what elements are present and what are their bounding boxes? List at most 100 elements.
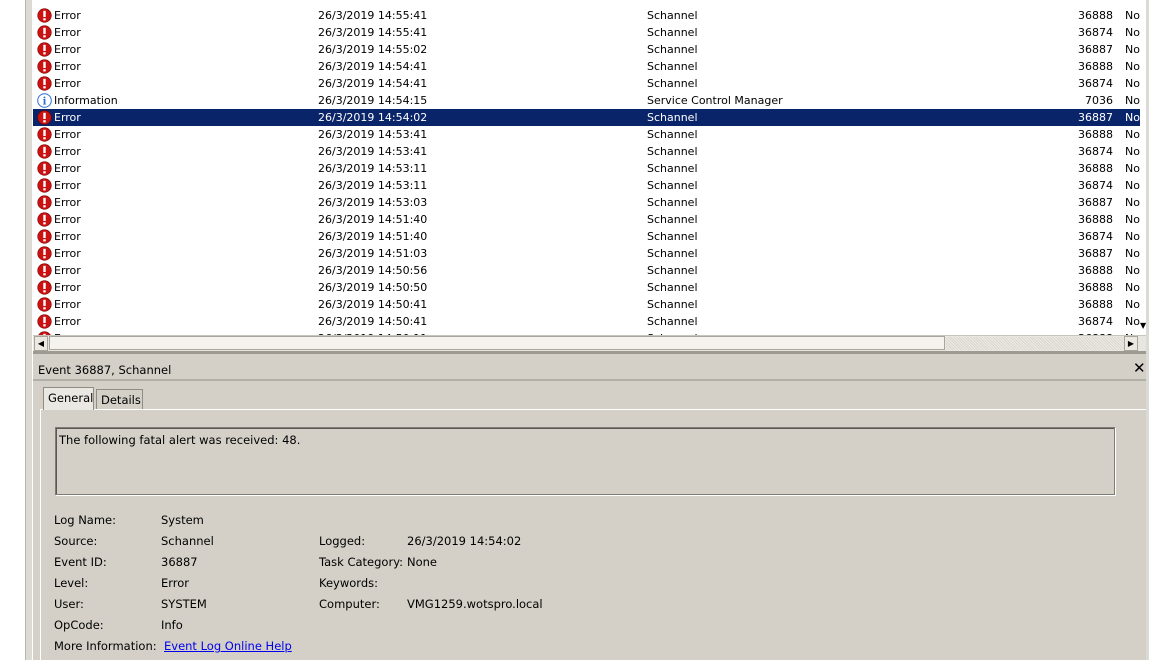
table-row[interactable]: Error26/3/2019 14:50:50Schannel36888None: [33, 279, 1146, 296]
datetime-cell: 26/3/2019 14:55:41: [318, 9, 428, 22]
table-row[interactable]: Error26/3/2019 14:51:03Schannel36887None: [33, 245, 1146, 262]
event-list[interactable]: Error26/3/2019 14:55:41Schannel36888None…: [33, 0, 1146, 335]
source-cell: Schannel: [647, 43, 698, 56]
source-cell: Schannel: [647, 77, 698, 90]
table-row[interactable]: i Information 26/3/2019 14:54:15 Service Co…: [33, 92, 1146, 109]
table-row[interactable]: Error26/3/2019 14:55:41Schannel36874None: [33, 24, 1146, 41]
scroll-left-arrow-icon[interactable]: ◀: [34, 336, 48, 351]
computer-value: VMG1259.wotspro.local: [407, 597, 543, 611]
horizontal-scroll-track[interactable]: [946, 337, 1129, 350]
horizontal-scroll-thumb[interactable]: [49, 336, 945, 350]
error-icon: [37, 263, 52, 278]
table-row[interactable]: Error26/3/2019 14:51:40Schannel36874None: [33, 228, 1146, 245]
left-pane-border: [25, 0, 32, 660]
level-label: Level:: [54, 576, 89, 590]
level-value: Error: [161, 576, 190, 590]
level-cell: Error: [54, 60, 81, 73]
event-description-box[interactable]: The following fatal alert was received: …: [55, 427, 1115, 495]
event-id-cell: 36887: [1078, 111, 1113, 124]
title-separator: [33, 379, 1146, 381]
vertical-scrollbar[interactable]: [1140, 0, 1146, 335]
event-id-cell: 36874: [1078, 145, 1113, 158]
table-row[interactable]: Error26/3/2019 14:53:11Schannel36874None: [33, 177, 1146, 194]
error-icon: [37, 25, 52, 40]
more-information-label: More Information:: [54, 639, 157, 653]
table-row[interactable]: Error26/3/2019 14:50:41Schannel36874None: [33, 313, 1146, 330]
error-icon: [37, 42, 52, 57]
log-name-value: System: [161, 513, 204, 527]
source-cell: Schannel: [647, 60, 698, 73]
level-cell: Error: [54, 213, 81, 226]
table-row[interactable]: Error26/3/2019 14:54:41Schannel36874None: [33, 75, 1146, 92]
table-row[interactable]: Error26/3/2019 14:50:56Schannel36888None: [33, 262, 1146, 279]
error-icon: [37, 297, 52, 312]
scroll-down-arrow-icon[interactable]: ▼: [1140, 320, 1148, 332]
table-row[interactable]: Error26/3/2019 14:51:40Schannel36888None: [33, 211, 1146, 228]
table-row[interactable]: Error26/3/2019 14:53:41Schannel36888None: [33, 126, 1146, 143]
table-row[interactable]: Error26/3/2019 14:55:41Schannel36888None: [33, 7, 1146, 24]
table-row[interactable]: Error26/3/2019 14:54:41Schannel36888None: [33, 58, 1146, 75]
error-icon: [37, 195, 52, 210]
table-row[interactable]: Error26/3/2019 14:53:11Schannel36888None: [33, 160, 1146, 177]
level-cell: Error: [54, 77, 81, 90]
level-cell: Error: [54, 145, 81, 158]
error-icon: [37, 246, 52, 261]
logged-value: 26/3/2019 14:54:02: [407, 534, 522, 548]
level-cell: Error: [54, 43, 81, 56]
horizontal-scrollbar[interactable]: ◀ ▶: [33, 335, 1146, 351]
datetime-cell: 26/3/2019 14:55:41: [318, 26, 428, 39]
table-row-selected[interactable]: Error26/3/2019 14:54:02Schannel36887None: [33, 109, 1146, 126]
information-icon: i: [37, 93, 52, 108]
level-cell: Error: [54, 179, 81, 192]
user-value: SYSTEM: [161, 597, 207, 611]
close-icon[interactable]: ✕: [1133, 359, 1146, 377]
event-id-cell: 7036: [1085, 94, 1113, 107]
event-id-cell: 36887: [1078, 247, 1113, 260]
error-icon: [37, 127, 52, 142]
detail-title: Event 36887, Schannel: [38, 363, 172, 377]
source-cell: Schannel: [647, 128, 698, 141]
event-id-cell: 36874: [1078, 230, 1113, 243]
datetime-cell: 26/3/2019 14:54:02: [318, 111, 428, 124]
error-icon: [37, 8, 52, 23]
level-cell: Error: [54, 9, 81, 22]
datetime-cell: 26/3/2019 14:53:11: [318, 162, 428, 175]
source-cell: Schannel: [647, 213, 698, 226]
error-icon: [37, 110, 52, 125]
user-label: User:: [54, 597, 84, 611]
table-row[interactable]: Error26/3/2019 14:53:03Schannel36887None: [33, 194, 1146, 211]
event-id-label: Event ID:: [54, 555, 107, 569]
error-icon: [37, 178, 52, 193]
svg-text:i: i: [43, 97, 47, 108]
scroll-right-arrow-icon[interactable]: ▶: [1124, 336, 1138, 351]
datetime-cell: 26/3/2019 14:55:02: [318, 43, 428, 56]
datetime-cell: 26/3/2019 14:54:15: [318, 94, 428, 107]
source-cell: Service Control Manager: [647, 94, 783, 107]
source-cell: Schannel: [647, 281, 698, 294]
level-cell: Error: [54, 128, 81, 141]
event-id-value: 36887: [161, 555, 198, 569]
level-cell: Error: [54, 264, 81, 277]
event-log-online-help-link[interactable]: Event Log Online Help: [164, 639, 292, 653]
tab-general[interactable]: General: [43, 387, 94, 410]
error-icon: [37, 314, 52, 329]
event-id-cell: 36887: [1078, 196, 1113, 209]
table-row[interactable]: Error26/3/2019 14:55:02Schannel36887None: [33, 41, 1146, 58]
computer-label: Computer:: [319, 597, 380, 611]
level-cell: Error: [54, 247, 81, 260]
source-cell: Schannel: [647, 145, 698, 158]
datetime-cell: 26/3/2019 14:53:11: [318, 179, 428, 192]
log-name-label: Log Name:: [54, 513, 116, 527]
source-label: Source:: [54, 534, 98, 548]
datetime-cell: 26/3/2019 14:53:41: [318, 128, 428, 141]
event-id-cell: 36874: [1078, 315, 1113, 328]
table-row[interactable]: Error26/3/2019 14:53:41Schannel36874None: [33, 143, 1146, 160]
error-icon: [37, 212, 52, 227]
event-id-cell: 36874: [1078, 179, 1113, 192]
table-row[interactable]: Error26/3/2019 14:50:41Schannel36888None: [33, 296, 1146, 313]
datetime-cell: 26/3/2019 14:51:40: [318, 230, 428, 243]
event-id-cell: 36888: [1078, 264, 1113, 277]
tab-details[interactable]: Details: [96, 389, 143, 409]
level-cell: Error: [54, 230, 81, 243]
source-cell: Schannel: [647, 179, 698, 192]
